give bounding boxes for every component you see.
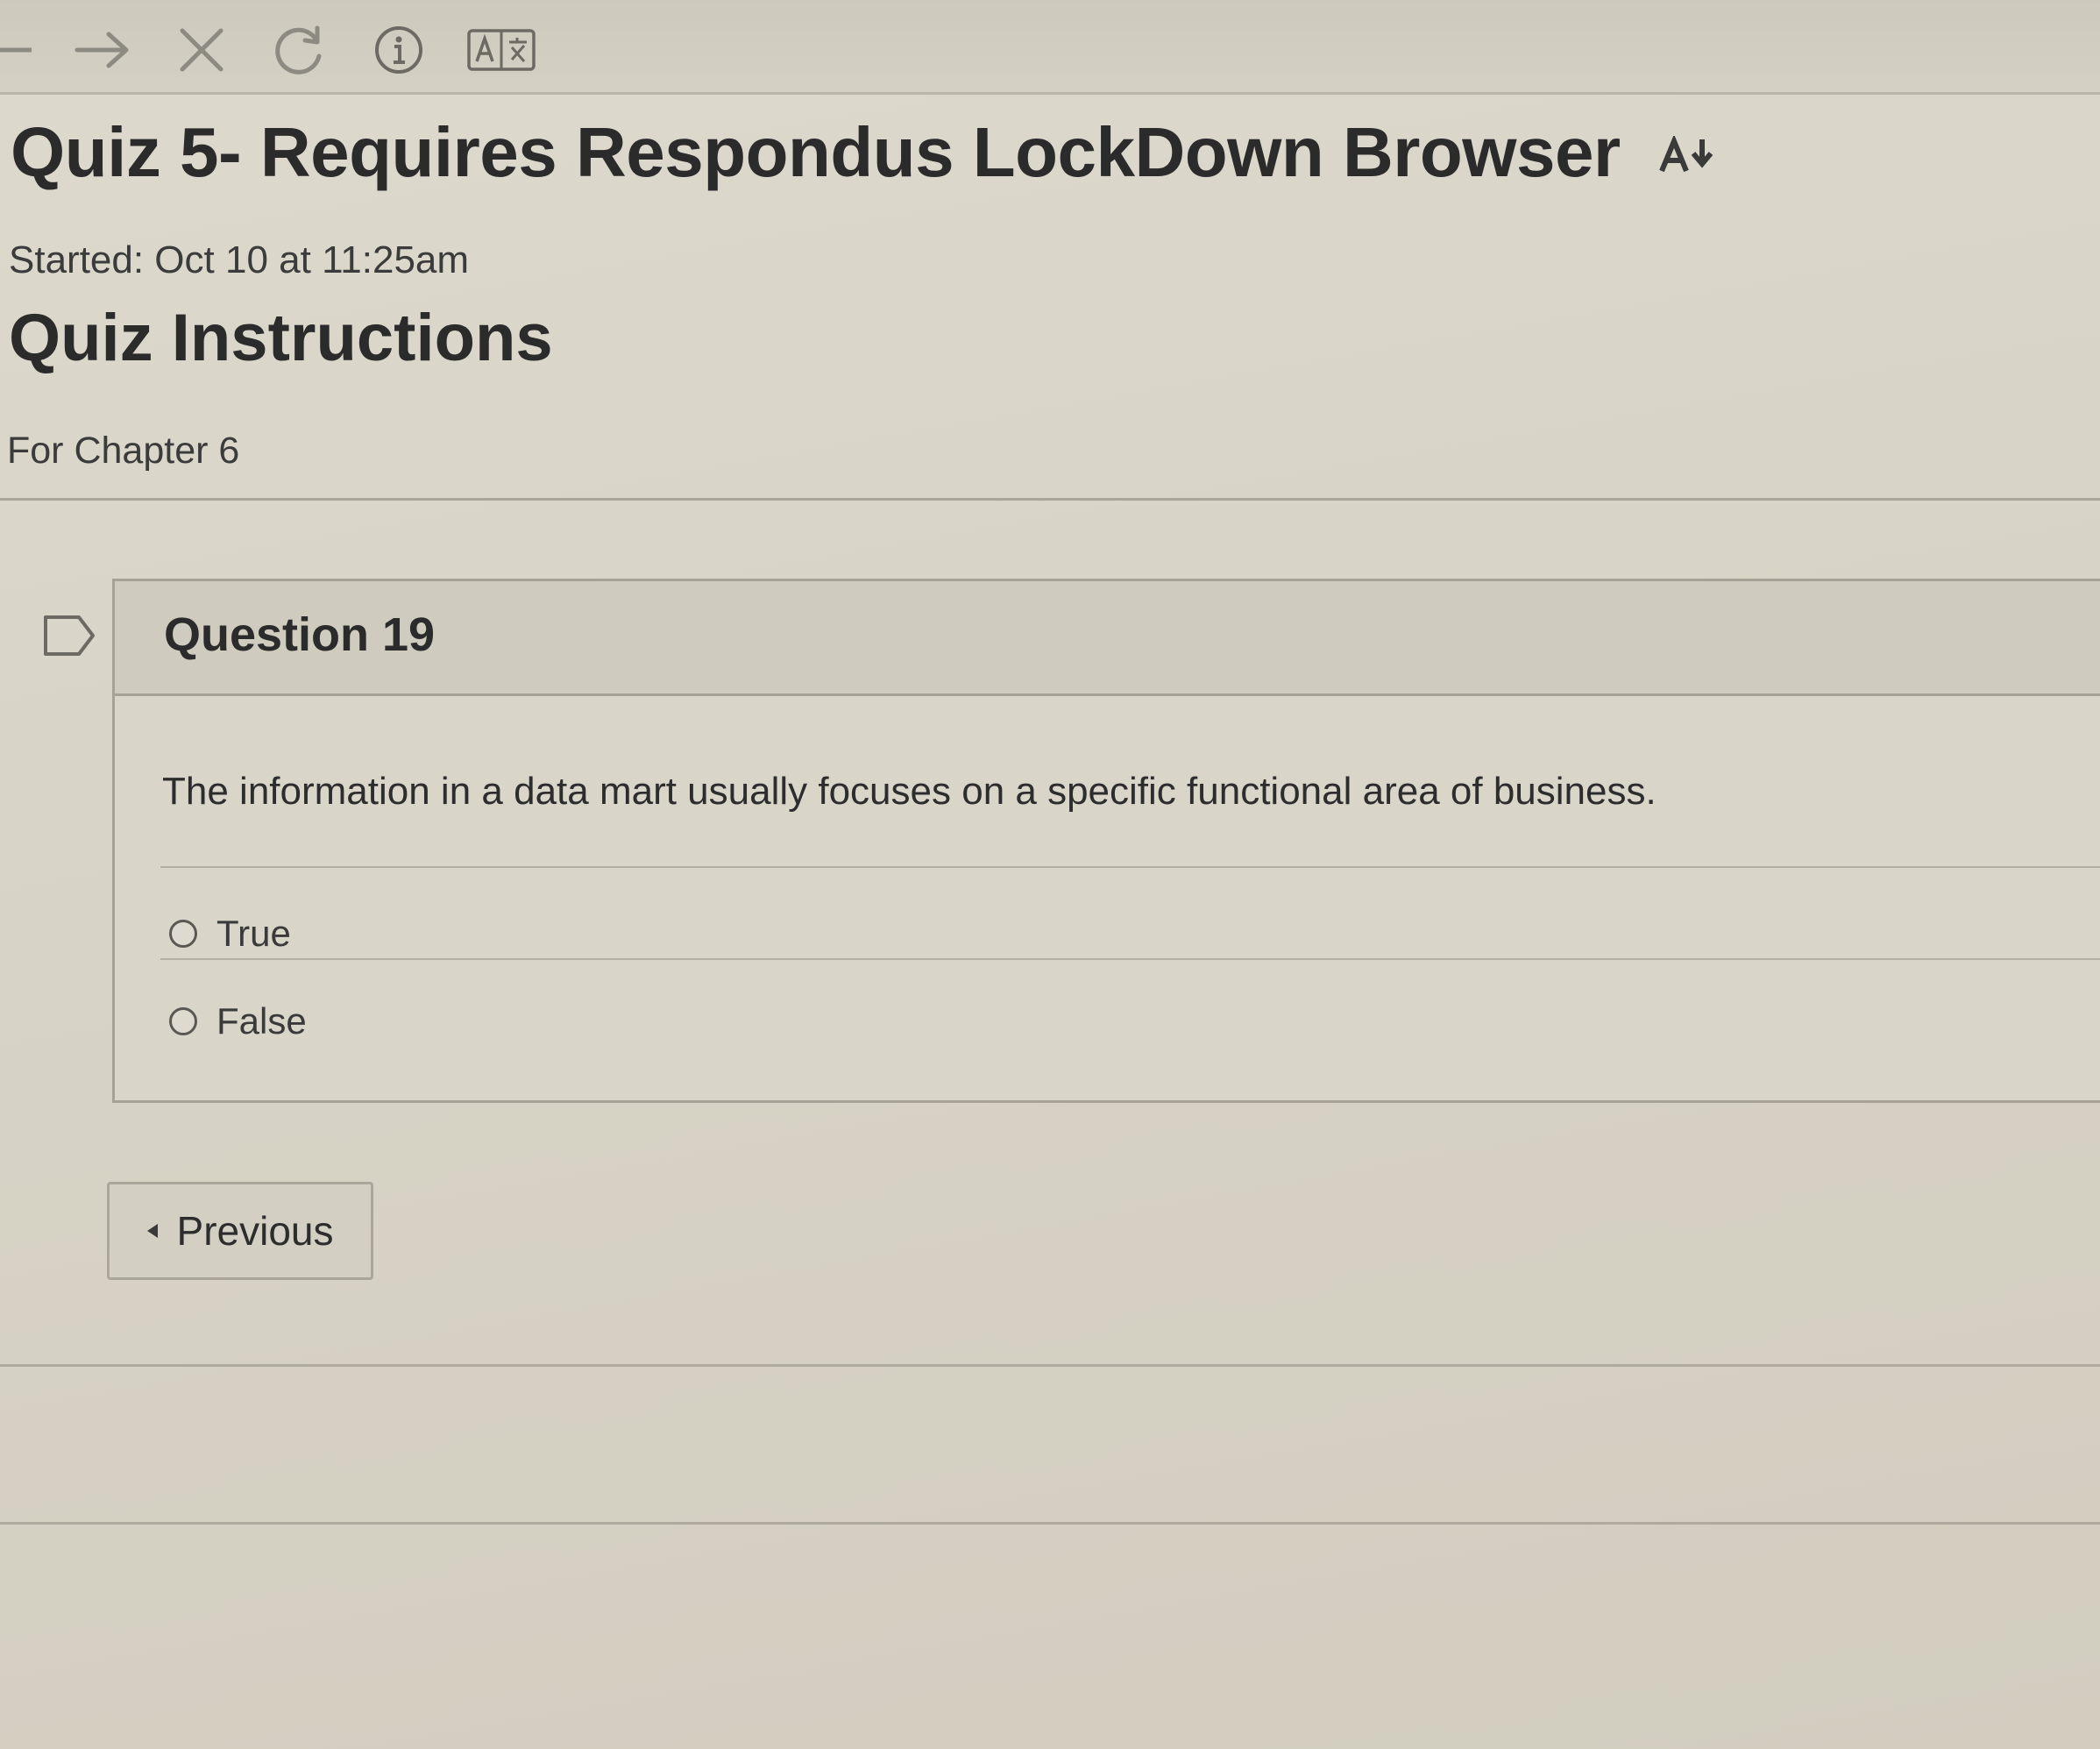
divider bbox=[0, 1364, 2100, 1367]
info-icon[interactable] bbox=[368, 19, 429, 81]
answer-label: True bbox=[216, 913, 291, 954]
accessibility-font-icon[interactable] bbox=[1658, 110, 1714, 191]
divider bbox=[160, 866, 2100, 868]
quiz-started-time: Started: Oct 10 at 11:25am bbox=[9, 238, 470, 281]
question-card: Question 19 The information in a data ma… bbox=[112, 579, 2100, 1103]
answer-option-false[interactable]: False bbox=[169, 1000, 307, 1042]
radio-button[interactable] bbox=[169, 920, 197, 948]
browser-toolbar bbox=[0, 0, 2100, 95]
quiz-title-text: Quiz 5- Requires Respondus LockDown Brow… bbox=[11, 113, 1621, 191]
radio-button[interactable] bbox=[169, 1007, 197, 1035]
caret-left-icon bbox=[146, 1224, 158, 1238]
translate-icon[interactable] bbox=[465, 19, 538, 81]
reload-icon[interactable] bbox=[268, 19, 330, 81]
divider bbox=[160, 958, 2100, 960]
answer-label: False bbox=[216, 1000, 307, 1042]
stop-icon[interactable] bbox=[172, 19, 231, 81]
question-title: Question 19 bbox=[164, 608, 436, 661]
previous-button-label: Previous bbox=[176, 1208, 334, 1254]
question-header: Question 19 bbox=[115, 581, 2100, 696]
divider bbox=[0, 1522, 2100, 1525]
quiz-instructions-heading: Quiz Instructions bbox=[9, 301, 553, 375]
answer-option-true[interactable]: True bbox=[169, 913, 291, 955]
back-arrow-icon[interactable] bbox=[0, 19, 40, 81]
question-text: The information in a data mart usually f… bbox=[162, 770, 1657, 813]
previous-button[interactable]: Previous bbox=[107, 1182, 373, 1280]
flag-question-icon[interactable] bbox=[42, 614, 96, 662]
quiz-title: Quiz 5- Requires Respondus LockDown Brow… bbox=[11, 112, 1714, 198]
forward-arrow-icon[interactable] bbox=[70, 19, 135, 81]
quiz-instructions-text: For Chapter 6 bbox=[7, 430, 240, 472]
divider bbox=[0, 498, 2100, 501]
quiz-page: Quiz 5- Requires Respondus LockDown Brow… bbox=[0, 0, 2100, 1749]
